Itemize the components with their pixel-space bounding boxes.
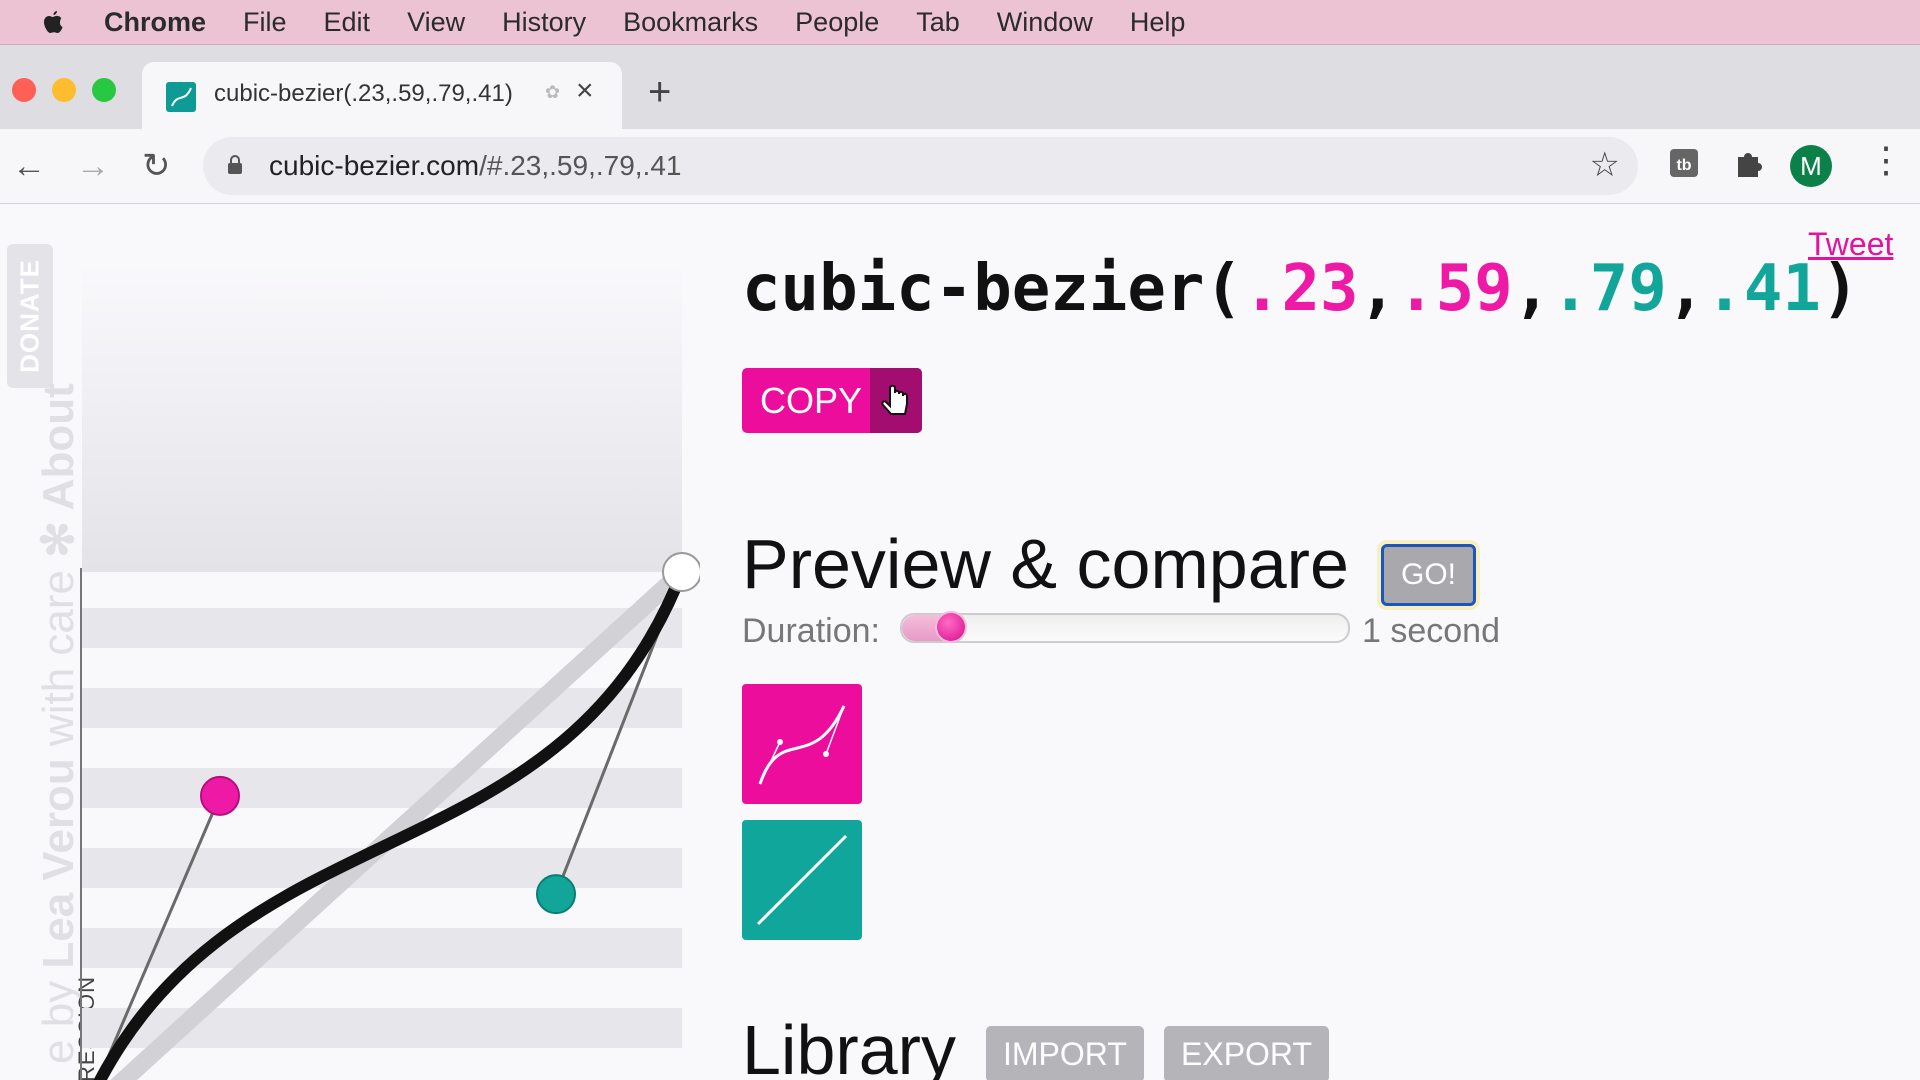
- pointer-hand-icon: [870, 368, 922, 433]
- web-page: DONATE e by Lea Verou with care ✻ About …: [0, 204, 1920, 1080]
- tab-status-icon: ✿: [545, 82, 561, 102]
- menu-people[interactable]: People: [795, 7, 879, 38]
- cubic-bezier-value: cubic-bezier(.23,.59,.79,.41): [742, 252, 1860, 326]
- p1x-value: .23: [1242, 252, 1359, 326]
- back-arrow-icon[interactable]: ←: [12, 146, 46, 186]
- more-menu-icon[interactable]: ⋮: [1868, 140, 1904, 180]
- menu-chrome[interactable]: Chrome: [104, 7, 206, 38]
- url-path: /#.23,.59,.79,.41: [479, 150, 682, 181]
- duration-label: Duration:: [742, 612, 880, 650]
- duration-slider[interactable]: [900, 613, 1350, 643]
- new-tab-icon[interactable]: +: [648, 72, 671, 112]
- svg-text:tb: tb: [1676, 157, 1691, 174]
- p1y-value: .59: [1397, 252, 1513, 326]
- linear-curve-preview[interactable]: [742, 820, 862, 940]
- menu-bar: Chrome File Edit View History Bookmarks …: [0, 0, 1920, 45]
- duration-value: 1 second: [1362, 612, 1500, 650]
- overshoot-area: [82, 264, 682, 572]
- reload-icon[interactable]: ↻: [142, 146, 171, 186]
- menu-edit[interactable]: Edit: [324, 7, 371, 38]
- p2y-value: .41: [1705, 252, 1821, 326]
- control-point-2-handle[interactable]: [536, 874, 576, 915]
- export-button[interactable]: EXPORT: [1164, 1026, 1329, 1080]
- linear-reference-line: [110, 563, 691, 1080]
- tab-close-icon[interactable]: ×: [576, 74, 594, 108]
- minimize-window-button[interactable]: [52, 78, 76, 102]
- duration-slider-thumb[interactable]: [937, 613, 966, 641]
- extension-tb-icon[interactable]: tb: [1668, 147, 1700, 179]
- go-button[interactable]: GO!: [1381, 544, 1476, 606]
- tab-title: cubic-bezier(.23,.59,.79,.41): [214, 80, 513, 107]
- control-point-1-handle[interactable]: [200, 775, 240, 816]
- menu-window[interactable]: Window: [997, 7, 1093, 38]
- bookmark-star-icon[interactable]: ☆: [1590, 145, 1620, 185]
- menu-tab[interactable]: Tab: [916, 7, 960, 38]
- end-point: [662, 552, 700, 592]
- zoom-window-button[interactable]: [92, 78, 116, 102]
- menu-help[interactable]: Help: [1130, 7, 1186, 38]
- extensions-puzzle-icon[interactable]: [1732, 147, 1764, 179]
- lock-icon: [228, 155, 242, 174]
- address-bar[interactable]: cubic-bezier.com/#.23,.59,.79,.41 ☆: [203, 137, 1638, 195]
- import-button[interactable]: IMPORT: [986, 1026, 1144, 1080]
- menu-file[interactable]: File: [243, 7, 287, 38]
- browser-tab[interactable]: cubic-bezier(.23,.59,.79,.41) ✿ ×: [142, 62, 622, 129]
- menu-bookmarks[interactable]: Bookmarks: [623, 7, 758, 38]
- menu-view[interactable]: View: [407, 7, 465, 38]
- grid-band: [82, 928, 682, 968]
- copy-button[interactable]: COPY: [742, 368, 922, 433]
- p2x-value: .79: [1551, 252, 1667, 326]
- url-text: cubic-bezier.com/#.23,.59,.79,.41: [269, 150, 681, 182]
- library-heading: Library: [742, 1011, 956, 1080]
- url-host: cubic-bezier.com: [269, 150, 480, 181]
- forward-arrow-icon[interactable]: →: [76, 146, 110, 186]
- apple-icon[interactable]: [42, 9, 64, 35]
- close-window-button[interactable]: [12, 78, 36, 102]
- menu-history[interactable]: History: [502, 7, 586, 38]
- current-curve-preview[interactable]: [742, 684, 862, 804]
- preview-heading: Preview & compare: [742, 525, 1349, 603]
- curve-editor[interactable]: [0, 204, 700, 1080]
- profile-avatar[interactable]: M: [1790, 145, 1832, 187]
- site-favicon-icon: [166, 82, 196, 112]
